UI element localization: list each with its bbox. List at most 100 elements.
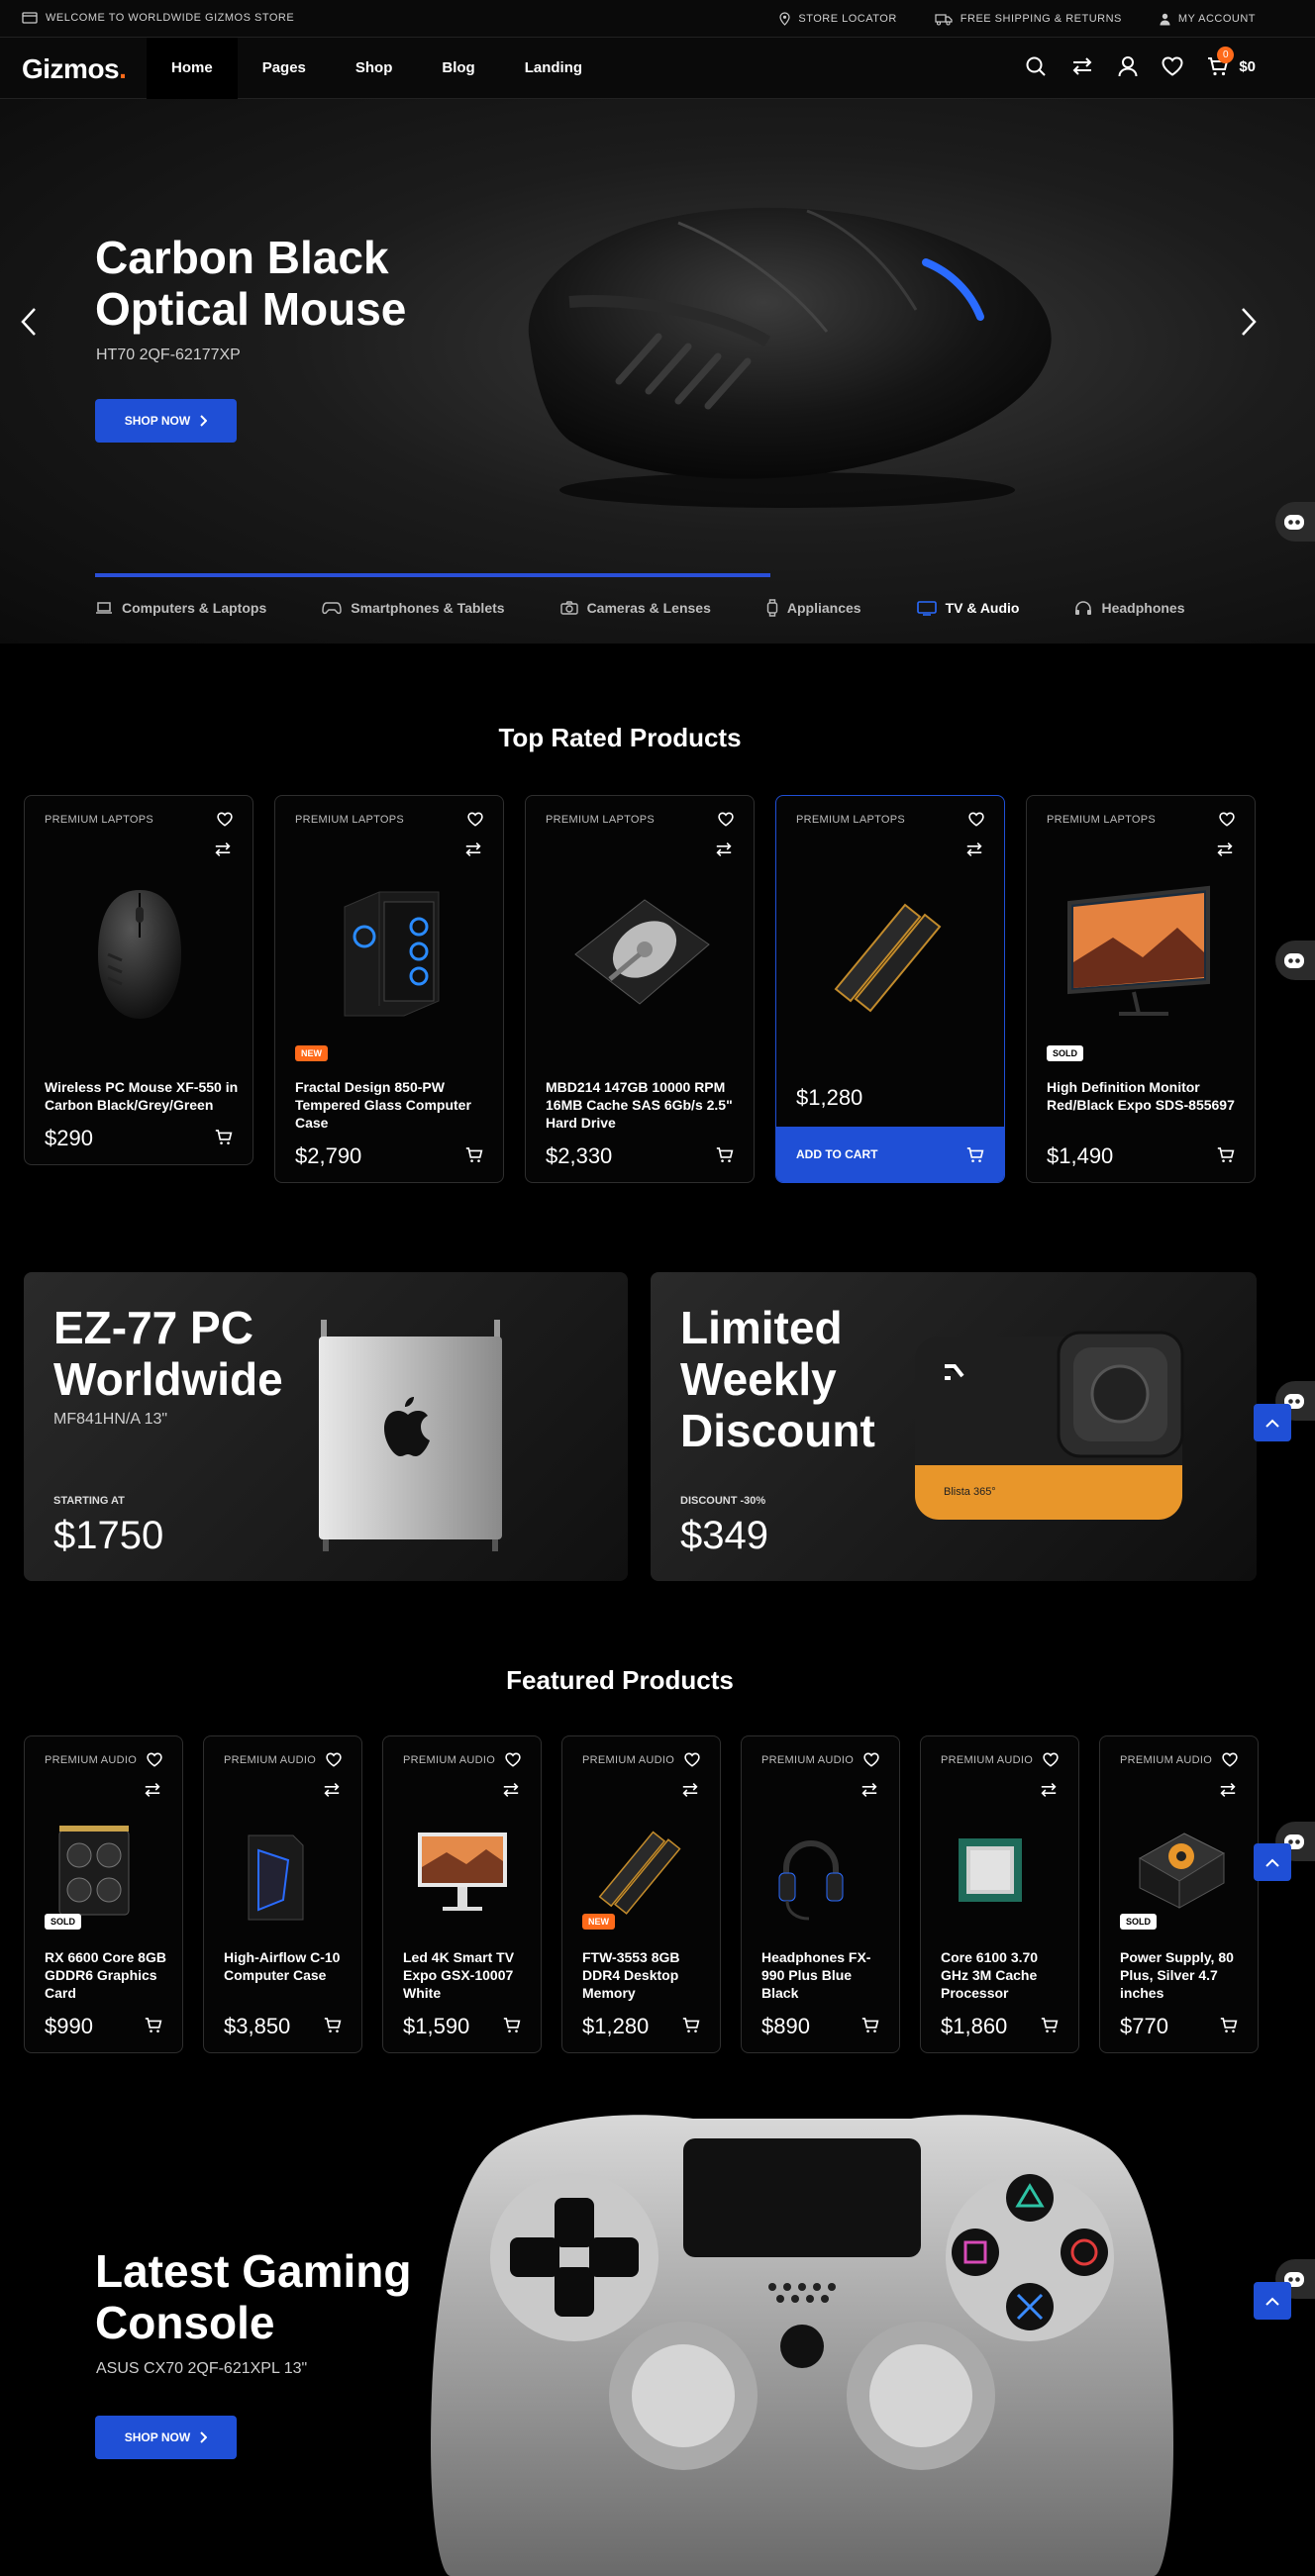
- gaming-shop-now-button[interactable]: SHOP NOW: [95, 2416, 237, 2459]
- cart-icon[interactable]: [503, 2017, 521, 2033]
- add-to-cart-button[interactable]: ADD TO CART: [776, 1127, 1004, 1182]
- cart-icon[interactable]: [145, 2017, 162, 2033]
- scroll-to-top-button[interactable]: [1254, 2282, 1291, 2320]
- heart-icon[interactable]: [217, 812, 233, 827]
- scroll-to-top-button[interactable]: [1254, 1843, 1291, 1881]
- new-badge: NEW: [295, 1045, 328, 1061]
- compare-icon[interactable]: [1215, 842, 1235, 857]
- product-card[interactable]: PREMIUM AUDIO NEW FTW-3553 8GB DDR4 Deskto…: [561, 1735, 721, 2053]
- nav-item-blog[interactable]: Blog: [417, 38, 499, 99]
- chevron-right-icon: [200, 2431, 208, 2443]
- cart-icon[interactable]: [215, 1129, 233, 1145]
- product-card-hovered[interactable]: PREMIUM LAPTOPS $1,280 ADD TO CART: [775, 795, 1005, 1183]
- heart-icon[interactable]: [467, 812, 483, 827]
- gaming-title: Latest Gaming Console: [95, 2245, 412, 2348]
- product-card[interactable]: PREMIUM LAPTOPS MBD214 147GB 10000 RPM 1…: [525, 795, 755, 1183]
- cart-icon[interactable]: [465, 1146, 483, 1163]
- tab-label: Computers & Laptops: [122, 600, 267, 616]
- my-account-link[interactable]: MY ACCOUNT: [1160, 13, 1256, 26]
- promo-banner-pc[interactable]: EZ-77 PC Worldwide MF841HN/A 13" STARTIN…: [24, 1272, 628, 1581]
- store-locator-link[interactable]: STORE LOCATOR: [779, 12, 896, 26]
- cart-icon[interactable]: [1217, 1146, 1235, 1163]
- cart-icon[interactable]: [1220, 2017, 1238, 2033]
- product-card[interactable]: PREMIUM LAPTOPS SOLD High Definition Mon…: [1026, 795, 1256, 1183]
- compare-icon[interactable]: [1070, 56, 1094, 76]
- chevron-left-icon[interactable]: [20, 307, 38, 337]
- promo-label: STARTING AT: [53, 1495, 125, 1507]
- chevron-right-icon[interactable]: [1240, 307, 1258, 337]
- cart-icon[interactable]: [1041, 2017, 1059, 2033]
- compare-icon[interactable]: [501, 1782, 521, 1798]
- shipping-link[interactable]: FREE SHIPPING & RETURNS: [935, 13, 1122, 26]
- tab-computers-laptops[interactable]: Computers & Laptops: [95, 599, 266, 617]
- compare-icon[interactable]: [213, 842, 233, 857]
- compare-icon[interactable]: [714, 842, 734, 857]
- product-name[interactable]: High-Airflow C-10 Computer Case: [224, 1948, 348, 1984]
- chatbot-launcher[interactable]: [1275, 502, 1315, 542]
- product-price: $2,790: [295, 1143, 362, 1168]
- heart-icon[interactable]: [718, 812, 734, 827]
- hero-title: Carbon Black Optical Mouse: [95, 232, 407, 335]
- product-name[interactable]: Headphones FX-990 Plus Blue Black: [761, 1948, 885, 2002]
- product-card[interactable]: PREMIUM LAPTOPS NEW Fractal Design 850-P…: [274, 795, 504, 1183]
- promo-banner-discount[interactable]: Limited Weekly Discount DISCOUNT -30% $3…: [651, 1272, 1257, 1581]
- wishlist-icon[interactable]: [1162, 56, 1183, 76]
- product-name[interactable]: Power Supply, 80 Plus, Silver 4.7 inches: [1120, 1948, 1244, 2002]
- tab-cameras-lenses[interactable]: Cameras & Lenses: [559, 599, 711, 617]
- heart-icon[interactable]: [1043, 1752, 1059, 1767]
- product-name[interactable]: FTW-3553 8GB DDR4 Desktop Memory: [582, 1948, 706, 2002]
- account-icon[interactable]: [1118, 55, 1138, 77]
- compare-icon[interactable]: [1039, 1782, 1059, 1798]
- compare-icon[interactable]: [463, 842, 483, 857]
- nav-item-home[interactable]: Home: [147, 38, 238, 99]
- product-name[interactable]: Led 4K Smart TV Expo GSX-10007 White: [403, 1948, 527, 2002]
- scroll-to-top-button[interactable]: [1254, 1404, 1291, 1441]
- nav-item-shop[interactable]: Shop: [331, 38, 418, 99]
- heart-icon[interactable]: [147, 1752, 162, 1767]
- product-name[interactable]: Core 6100 3.70 GHz 3M Cache Processor: [941, 1948, 1064, 2002]
- hero-shop-now-button[interactable]: SHOP NOW: [95, 399, 237, 443]
- search-icon[interactable]: [1025, 55, 1047, 77]
- product-card[interactable]: PREMIUM AUDIO Headphones FX-990 Plus Blue…: [741, 1735, 900, 2053]
- compare-icon[interactable]: [964, 842, 984, 857]
- cart-icon[interactable]: [861, 2017, 879, 2033]
- compare-icon[interactable]: [860, 1782, 879, 1798]
- heart-icon[interactable]: [1222, 1752, 1238, 1767]
- product-name[interactable]: Wireless PC Mouse XF-550 in Carbon Black…: [45, 1078, 243, 1114]
- product-name[interactable]: MBD214 147GB 10000 RPM 16MB Cache SAS 6G…: [546, 1078, 744, 1132]
- tab-headphones[interactable]: Headphones: [1074, 599, 1185, 617]
- heart-icon[interactable]: [968, 812, 984, 827]
- compare-icon[interactable]: [680, 1782, 700, 1798]
- heart-icon[interactable]: [1219, 812, 1235, 827]
- product-card[interactable]: PREMIUM AUDIO Core 6100 3.70 GHz 3M Cache…: [920, 1735, 1079, 2053]
- chatbot-launcher[interactable]: [1275, 941, 1315, 980]
- product-image: [1130, 1824, 1229, 1913]
- product-name[interactable]: Fractal Design 850-PW Tempered Glass Com…: [295, 1078, 493, 1132]
- compare-icon[interactable]: [1218, 1782, 1238, 1798]
- product-card[interactable]: PREMIUM AUDIO High-Airflow C-10 Computer …: [203, 1735, 362, 2053]
- cart-icon[interactable]: [324, 2017, 342, 2033]
- heart-icon[interactable]: [684, 1752, 700, 1767]
- cart-icon[interactable]: [682, 2017, 700, 2033]
- tab-label: Smartphones & Tablets: [351, 600, 505, 616]
- heart-icon[interactable]: [326, 1752, 342, 1767]
- compare-icon[interactable]: [143, 1782, 162, 1798]
- nav-item-pages[interactable]: Pages: [238, 38, 331, 99]
- tab-smartphones-tablets[interactable]: Smartphones & Tablets: [322, 599, 505, 617]
- hero-category-tabs: Computers & Laptops Smartphones & Tablet…: [95, 599, 1241, 617]
- heart-icon[interactable]: [863, 1752, 879, 1767]
- product-card[interactable]: PREMIUM AUDIO Led 4K Smart TV Expo GSX-10…: [382, 1735, 542, 2053]
- tab-tv-audio[interactable]: TV & Audio: [916, 599, 1019, 617]
- cart-button[interactable]: 0 $0: [1207, 47, 1256, 76]
- product-card[interactable]: PREMIUM AUDIO SOLD Power Supply, 80 Plus, …: [1099, 1735, 1259, 2053]
- product-card[interactable]: PREMIUM AUDIO SOLD RX 6600 Core 8GB GDDR6 …: [24, 1735, 183, 2053]
- compare-icon[interactable]: [322, 1782, 342, 1798]
- product-name[interactable]: High Definition Monitor Red/Black Expo S…: [1047, 1078, 1245, 1114]
- logo[interactable]: Gizmos.: [22, 53, 127, 85]
- cart-icon[interactable]: [716, 1146, 734, 1163]
- nav-item-landing[interactable]: Landing: [500, 38, 607, 99]
- tab-appliances[interactable]: Appliances: [766, 599, 861, 617]
- heart-icon[interactable]: [505, 1752, 521, 1767]
- product-card[interactable]: PREMIUM LAPTOPS Wireless PC Mouse XF-550…: [24, 795, 253, 1165]
- product-name[interactable]: RX 6600 Core 8GB GDDR6 Graphics Card: [45, 1948, 168, 2002]
